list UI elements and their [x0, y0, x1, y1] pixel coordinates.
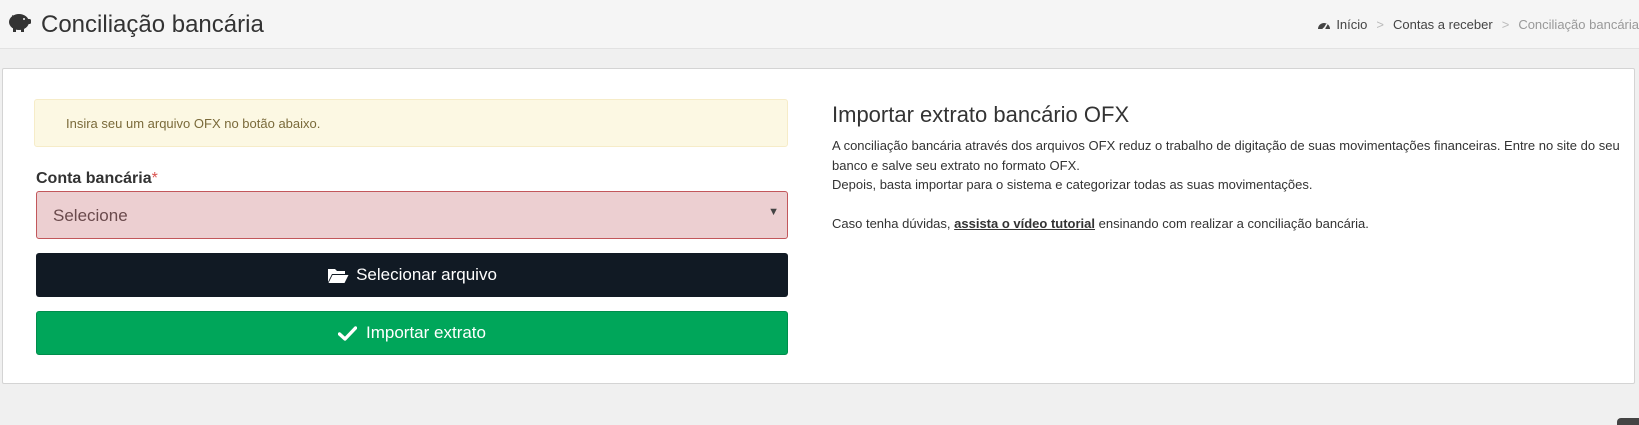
import-statement-button[interactable]: Importar extrato	[36, 311, 788, 355]
piggy-bank-icon	[9, 14, 31, 32]
page-title: Conciliação bancária	[41, 11, 264, 38]
account-label-text: Conta bancária	[36, 170, 152, 187]
breadcrumb-home-link[interactable]: Início	[1336, 17, 1367, 33]
check-icon	[338, 325, 357, 341]
import-statement-label: Importar extrato	[366, 323, 486, 342]
info-help-paragraph: Caso tenha dúvidas, assista o vídeo tuto…	[832, 214, 1622, 234]
info-title: Importar extrato bancário OFX	[832, 102, 1130, 127]
help-suffix-text: ensinando com realizar a conciliação ban…	[1095, 215, 1369, 231]
breadcrumb-accounts-receivable-link[interactable]: Contas a receber	[1393, 17, 1493, 33]
import-card: Insira seu um arquivo OFX no botão abaix…	[2, 68, 1635, 384]
info-description: A conciliação bancária através dos arqui…	[832, 136, 1622, 233]
breadcrumb-separator: >	[1501, 17, 1510, 32]
select-file-label: Selecionar arquivo	[356, 265, 497, 284]
breadcrumb-current: Conciliação bancária	[1518, 17, 1639, 32]
select-file-button[interactable]: Selecionar arquivo	[36, 253, 788, 297]
bank-account-select-value: Selecione	[53, 206, 128, 225]
video-tutorial-link[interactable]: assista o vídeo tutorial	[954, 216, 1095, 231]
info-paragraph-1: A conciliação bancária através dos arqui…	[832, 138, 1620, 173]
page-header: Conciliação bancária Início > Contas a r…	[0, 0, 1639, 49]
breadcrumb: Início > Contas a receber > Conciliação …	[1317, 17, 1639, 33]
bank-account-select[interactable]: Selecione ▼	[36, 191, 788, 239]
info-paragraph-2: Depois, basta importar para o sistema e …	[832, 177, 1313, 192]
account-field-label: Conta bancária*	[36, 170, 158, 188]
corner-widget-tab[interactable]	[1617, 418, 1639, 425]
help-prefix-text: Caso tenha dúvidas,	[832, 215, 955, 231]
dashboard-icon	[1318, 22, 1331, 30]
warning-alert: Insira seu um arquivo OFX no botão abaix…	[34, 99, 788, 147]
breadcrumb-separator: >	[1376, 17, 1384, 32]
required-marker: *	[151, 170, 158, 187]
caret-down-icon: ▼	[768, 206, 779, 218]
folder-open-icon	[328, 268, 349, 283]
